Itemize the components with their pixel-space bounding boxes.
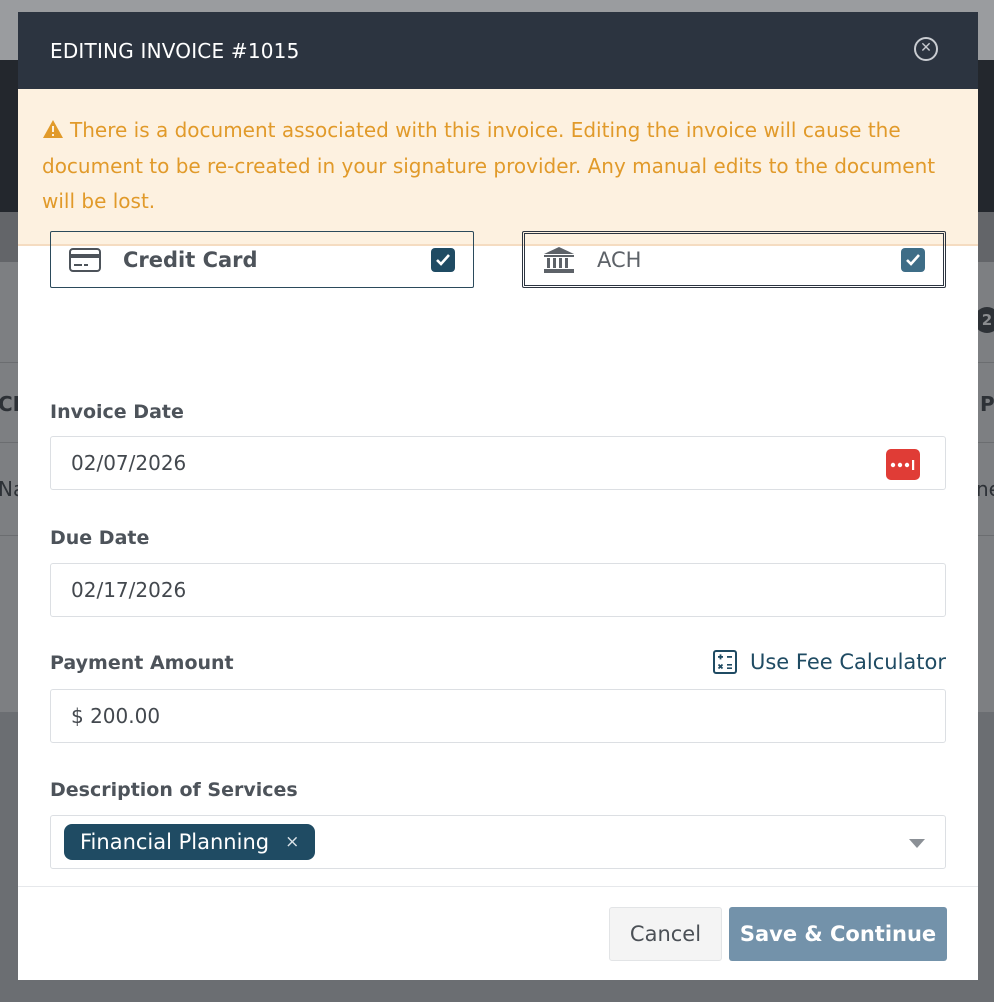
bank-icon xyxy=(544,246,574,273)
service-tag: Financial Planning × xyxy=(64,824,316,860)
calculator-icon xyxy=(713,650,737,674)
warning-triangle-icon xyxy=(43,120,63,138)
credit-card-checkbox[interactable] xyxy=(431,247,455,272)
alert-message: There is a document associated with this… xyxy=(42,118,936,213)
due-date-label: Due Date xyxy=(50,527,150,549)
due-date-value: 02/17/2026 xyxy=(71,578,187,602)
checkmark-icon xyxy=(436,254,450,266)
description-select[interactable]: Financial Planning × xyxy=(50,815,946,869)
modal-title: EDITING INVOICE #1015 xyxy=(50,38,300,63)
credit-card-icon xyxy=(69,247,101,272)
cancel-button[interactable]: Cancel xyxy=(609,907,722,961)
payment-method-label: Credit Card xyxy=(123,247,258,272)
remove-tag-icon[interactable]: × xyxy=(285,832,299,852)
chevron-down-icon[interactable] xyxy=(909,839,925,848)
use-fee-calculator-link[interactable]: Use Fee Calculator xyxy=(713,650,946,674)
invoice-date-label: Invoice Date xyxy=(50,401,184,423)
date-picker-button[interactable] xyxy=(886,449,920,480)
payment-amount-label: Payment Amount xyxy=(50,652,234,674)
edit-invoice-modal: EDITING INVOICE #1015 ✕ There is a docum… xyxy=(18,12,978,980)
description-label: Description of Services xyxy=(50,779,298,801)
ach-checkbox[interactable] xyxy=(901,247,925,272)
checkmark-icon xyxy=(906,254,920,266)
payment-amount-value: $ 200.00 xyxy=(71,704,161,728)
payment-method-credit-card[interactable]: Credit Card xyxy=(50,231,474,288)
invoice-date-field[interactable]: 02/07/2026 xyxy=(50,436,946,490)
payment-amount-field[interactable]: $ 200.00 xyxy=(50,689,946,743)
payment-method-ach[interactable]: ACH xyxy=(522,231,946,288)
modal-header: EDITING INVOICE #1015 ✕ xyxy=(18,12,978,89)
close-icon[interactable]: ✕ xyxy=(914,37,938,61)
invoice-date-value: 02/07/2026 xyxy=(71,451,187,475)
calendar-dots-icon xyxy=(890,459,915,470)
service-tag-label: Financial Planning xyxy=(80,830,270,854)
background-row-text: ne xyxy=(976,477,994,501)
background-column-header: P xyxy=(980,392,994,416)
modal-footer: Cancel Save & Continue xyxy=(18,886,978,980)
fee-calculator-label: Use Fee Calculator xyxy=(750,650,946,674)
warning-alert: There is a document associated with this… xyxy=(18,89,978,246)
save-continue-button[interactable]: Save & Continue xyxy=(729,907,947,961)
due-date-field[interactable]: 02/17/2026 xyxy=(50,563,946,617)
payment-method-label: ACH xyxy=(597,247,642,272)
payment-methods: Credit Card ACH xyxy=(50,231,946,289)
